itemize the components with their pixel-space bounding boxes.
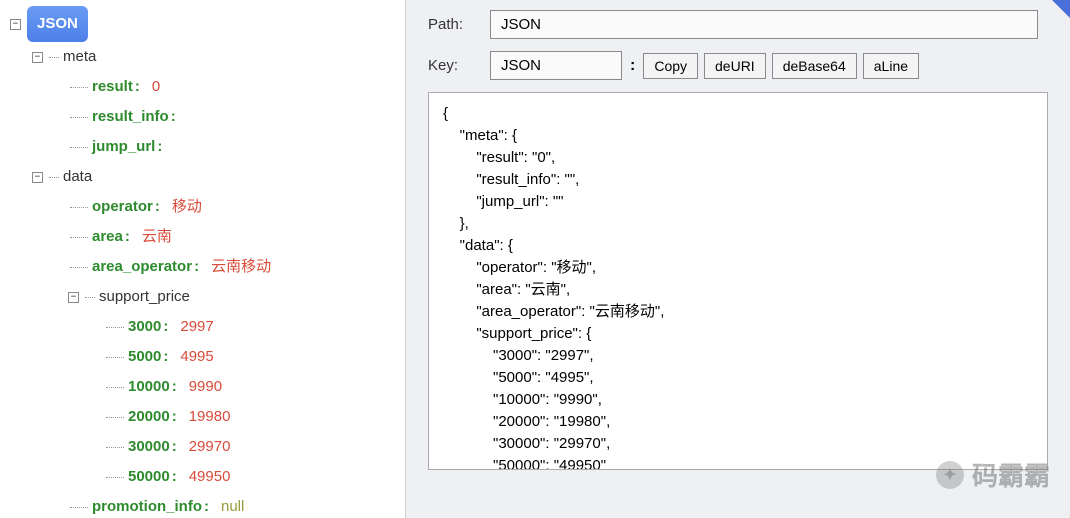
- root-badge[interactable]: JSON: [27, 6, 88, 42]
- collapse-icon[interactable]: −: [32, 52, 43, 63]
- value: 29970: [189, 432, 231, 462]
- tree-node-support-price[interactable]: − support_price: [10, 282, 395, 312]
- key: promotion_info: [92, 492, 202, 518]
- key-label: Key:: [428, 57, 490, 74]
- value: 云南: [142, 222, 172, 252]
- key-row: Key: : Copy deURI deBase64 aLine: [428, 51, 1058, 80]
- key: area_operator: [92, 252, 192, 282]
- key: jump_url: [92, 132, 155, 162]
- key-input[interactable]: [490, 51, 622, 80]
- key: 20000: [128, 402, 170, 432]
- key: 10000: [128, 372, 170, 402]
- path-row: Path:: [428, 10, 1058, 39]
- deuri-button[interactable]: deURI: [704, 53, 766, 79]
- value: 4995: [180, 342, 213, 372]
- tree-leaf-area[interactable]: area: 云南: [10, 222, 395, 252]
- debase64-button[interactable]: deBase64: [772, 53, 857, 79]
- tree-leaf-result[interactable]: result: 0: [10, 72, 395, 102]
- collapse-icon[interactable]: −: [10, 19, 21, 30]
- collapse-icon[interactable]: −: [68, 292, 79, 303]
- tree-leaf-price[interactable]: 30000:29970: [10, 432, 395, 462]
- key: area: [92, 222, 123, 252]
- key: 30000: [128, 432, 170, 462]
- tree-root-row[interactable]: − JSON: [10, 6, 395, 42]
- json-textarea[interactable]: [429, 93, 1047, 469]
- aline-button[interactable]: aLine: [863, 53, 919, 79]
- copy-button[interactable]: Copy: [643, 53, 698, 79]
- panel-collapse-icon[interactable]: [1052, 0, 1070, 18]
- node-label: data: [63, 162, 92, 192]
- node-label: support_price: [99, 282, 190, 312]
- key: result_info: [92, 102, 169, 132]
- json-textarea-wrap: [428, 92, 1048, 470]
- key: result: [92, 72, 133, 102]
- tree-leaf-price[interactable]: 10000:9990: [10, 372, 395, 402]
- key: 5000: [128, 342, 161, 372]
- separator: :: [630, 57, 635, 75]
- key: operator: [92, 192, 153, 222]
- value: 2997: [180, 312, 213, 342]
- tree-leaf-price[interactable]: 3000:2997: [10, 312, 395, 342]
- value: 0: [152, 72, 160, 102]
- tree-leaf-price[interactable]: 5000:4995: [10, 342, 395, 372]
- tree-leaf-result-info[interactable]: result_info:: [10, 102, 395, 132]
- value: 19980: [189, 402, 231, 432]
- value: null: [221, 492, 244, 518]
- tree-leaf-price[interactable]: 50000:49950: [10, 462, 395, 492]
- tree-node-data[interactable]: − data: [10, 162, 395, 192]
- node-label: meta: [63, 42, 96, 72]
- value: 49950: [189, 462, 231, 492]
- value: 云南移动: [211, 252, 271, 282]
- detail-panel: Path: Key: : Copy deURI deBase64 aLine: [405, 0, 1070, 518]
- tree-leaf-area-operator[interactable]: area_operator: 云南移动: [10, 252, 395, 282]
- key: 50000: [128, 462, 170, 492]
- tree-leaf-operator[interactable]: operator: 移动: [10, 192, 395, 222]
- key: 3000: [128, 312, 161, 342]
- value: 移动: [172, 192, 202, 222]
- value: 9990: [189, 372, 222, 402]
- tree-leaf-price[interactable]: 20000:19980: [10, 402, 395, 432]
- tree-node-meta[interactable]: − meta: [10, 42, 395, 72]
- tree-leaf-promotion-info[interactable]: promotion_info: null: [10, 492, 395, 518]
- path-input[interactable]: [490, 10, 1038, 39]
- path-label: Path:: [428, 16, 490, 33]
- tree-panel: − JSON − meta result: 0 result_info: jum…: [0, 0, 405, 518]
- tree-leaf-jump-url[interactable]: jump_url:: [10, 132, 395, 162]
- collapse-icon[interactable]: −: [32, 172, 43, 183]
